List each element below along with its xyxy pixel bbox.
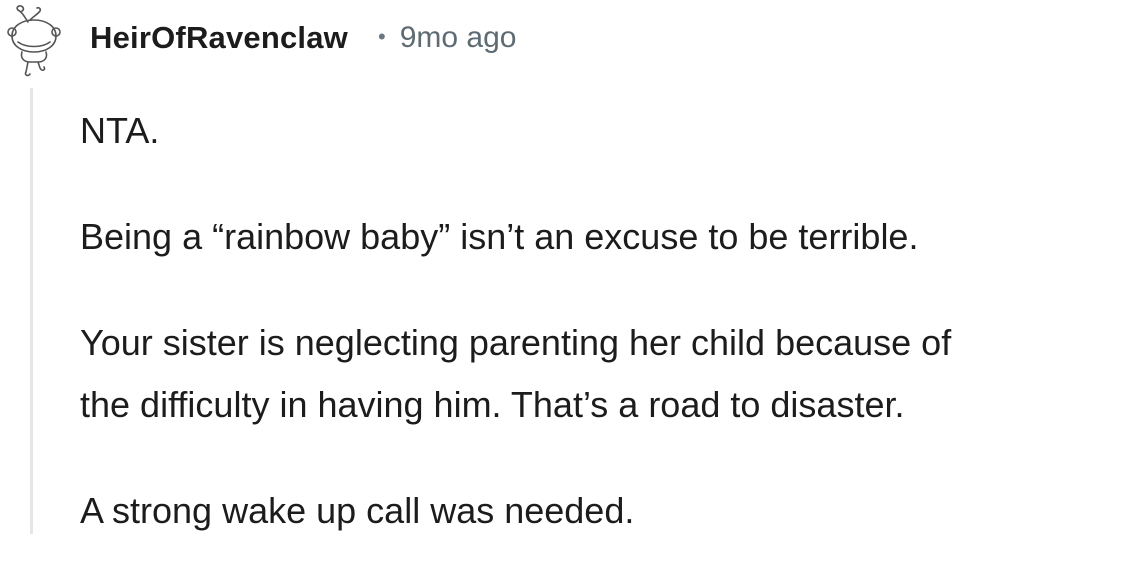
timestamp: 9mo ago [399, 21, 517, 54]
paragraph: A strong wake up call was needed. [80, 490, 635, 531]
comment: HeirOfRavenclaw • 9mo ago NTA. Being a “… [0, 0, 1148, 534]
paragraph: Your sister is neglecting parenting her … [80, 312, 1146, 436]
comment-body: NTA. Being a “rainbow baby” isn’t an exc… [80, 100, 1146, 586]
paragraph-line: Your sister is neglecting parenting her … [80, 322, 952, 363]
paragraph: Being a “rainbow baby” isn’t an excuse t… [80, 216, 919, 257]
paragraph: NTA. [80, 110, 160, 151]
paragraph-line: the difficulty in having him. That’s a r… [80, 384, 905, 425]
snoo-avatar-icon [7, 5, 61, 77]
avatar[interactable] [4, 2, 62, 78]
comment-header: HeirOfRavenclaw • 9mo ago [90, 16, 516, 60]
thread-line[interactable] [30, 88, 33, 534]
separator-dot: • [378, 24, 386, 49]
username-link[interactable]: HeirOfRavenclaw [90, 20, 348, 56]
